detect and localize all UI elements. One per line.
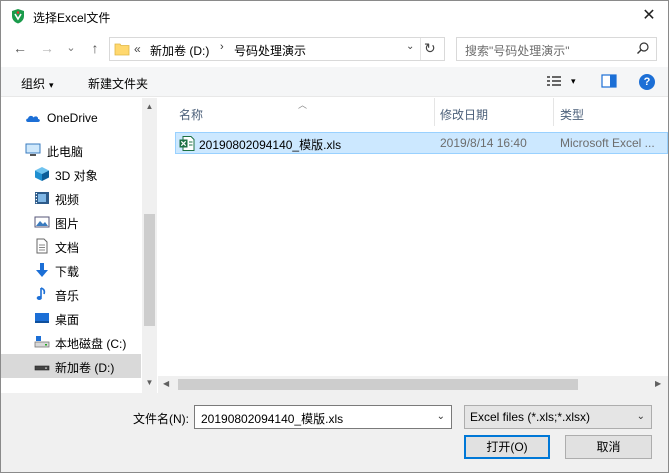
sort-ascending-icon: ︿ — [298, 100, 308, 110]
search-box[interactable]: 搜索"号码处理演示" — [456, 37, 657, 61]
chevron-down-icon[interactable]: ⌄ — [437, 411, 445, 422]
filename-label: 文件名(N): — [133, 412, 189, 426]
sidebar-item-label: 此电脑 — [47, 145, 84, 159]
recent-locations-button[interactable]: ⌄ — [63, 40, 79, 56]
chevron-down-icon: ▾ — [49, 80, 54, 90]
sidebar-item-label: OneDrive — [47, 111, 98, 125]
file-type: Microsoft Excel ... — [560, 136, 655, 150]
up-button[interactable]: ↑ — [87, 40, 103, 56]
organize-label: 组织 — [21, 77, 46, 91]
organize-menu[interactable]: 组织 ▾ — [21, 75, 54, 92]
command-toolbar: 组织 ▾ 新建文件夹 ▾ ? — [1, 67, 668, 97]
sidebar-item-label: 音乐 — [55, 289, 80, 303]
sidebar-item-downloads[interactable]: 下载 — [1, 258, 141, 282]
preview-pane-icon[interactable] — [601, 74, 617, 88]
drive-icon — [34, 336, 50, 348]
sidebar-item-label: 新加卷 (D:) — [55, 361, 115, 375]
sidebar-item-label: 3D 对象 — [55, 169, 98, 183]
cube-icon — [35, 167, 49, 181]
breadcrumb-separator[interactable]: › — [220, 41, 224, 53]
column-header-row: ︿ 名称 修改日期 类型 — [158, 98, 668, 126]
breadcrumb-drive[interactable]: 新加卷 (D:) — [150, 42, 209, 59]
scroll-down-icon[interactable]: ▼ — [144, 378, 155, 390]
filename-field[interactable]: 20190802094140_模版.xls ⌄ — [194, 405, 452, 429]
close-button[interactable]: ✕ — [640, 7, 658, 25]
file-type-filter-value: Excel files (*.xls;*.xlsx) — [470, 410, 591, 424]
address-divider — [420, 38, 421, 60]
column-header-name[interactable]: 名称 — [179, 106, 203, 123]
back-button[interactable]: ← — [12, 40, 28, 56]
video-icon — [35, 192, 49, 204]
sidebar-item-label: 本地磁盘 (C:) — [55, 337, 127, 351]
sidebar-scrollbar-thumb[interactable] — [144, 214, 155, 326]
column-divider[interactable] — [553, 98, 554, 126]
filename-value[interactable]: 20190802094140_模版.xls — [201, 410, 343, 427]
document-icon — [36, 238, 48, 254]
desktop-icon — [35, 313, 49, 323]
address-bar[interactable]: « 新加卷 (D:) › 号码处理演示 ⌄ ↻ — [109, 37, 445, 61]
sidebar-item-videos[interactable]: 视频 — [1, 186, 141, 210]
scroll-left-icon[interactable]: ◀ — [163, 379, 169, 388]
column-header-modified[interactable]: 修改日期 — [440, 106, 488, 123]
search-icon[interactable] — [636, 41, 650, 55]
address-history-dropdown[interactable]: ⌄ — [406, 41, 414, 52]
file-list: ︿ 名称 修改日期 类型 20190802094140_模版.xls 2019/… — [158, 98, 668, 393]
navigation-bar: ← → ⌄ ↑ « 新加卷 (D:) › 号码处理演示 ⌄ ↻ 搜索"号码处理演… — [1, 31, 668, 67]
table-row[interactable]: 20190802094140_模版.xls 2019/8/14 16:40 Mi… — [175, 132, 668, 154]
download-icon — [36, 263, 48, 277]
computer-icon — [25, 143, 41, 156]
refresh-button[interactable]: ↻ — [424, 40, 436, 57]
file-modified-date: 2019/8/14 16:40 — [440, 136, 527, 150]
chevron-down-icon[interactable]: ⌄ — [637, 411, 645, 422]
open-button[interactable]: 打开(O) — [464, 435, 550, 459]
sidebar-item-label: 图片 — [55, 217, 80, 231]
drive-icon — [34, 365, 50, 371]
search-placeholder: 搜索"号码处理演示" — [465, 44, 570, 58]
picture-icon — [34, 216, 50, 228]
file-name: 20190802094140_模版.xls — [199, 138, 342, 152]
sidebar-item-3d-objects[interactable]: 3D 对象 — [1, 162, 141, 186]
file-type-select[interactable]: Excel files (*.xls;*.xlsx) ⌄ — [464, 405, 652, 429]
column-header-type[interactable]: 类型 — [560, 106, 584, 123]
breadcrumb-folder[interactable]: 号码处理演示 — [234, 42, 306, 59]
view-dropdown-icon[interactable]: ▾ — [571, 76, 576, 87]
breadcrumb-overflow[interactable]: « — [134, 42, 141, 56]
sidebar-item-documents[interactable]: 文档 — [1, 234, 141, 258]
sidebar-item-this-pc[interactable]: 此电脑 — [1, 138, 141, 162]
cloud-icon — [26, 115, 40, 122]
scroll-right-icon[interactable]: ▶ — [655, 379, 661, 388]
filelist-horizontal-scrollbar[interactable]: ◀ ▶ — [158, 376, 668, 393]
sidebar-item-onedrive[interactable]: OneDrive — [1, 106, 141, 130]
cancel-button[interactable]: 取消 — [565, 435, 652, 459]
window-title: 选择Excel文件 — [33, 11, 111, 25]
navigation-pane: OneDrive 此电脑 3D 对象 视频 图片 文档 下载 音乐 桌面 本地磁… — [1, 98, 157, 393]
sidebar-scrollbar[interactable]: ▲ ▼ — [142, 98, 157, 393]
excel-file-icon — [179, 136, 195, 151]
filelist-scrollbar-thumb[interactable] — [178, 379, 578, 390]
music-icon — [36, 287, 46, 300]
title-bar: 选择Excel文件 ✕ — [1, 1, 668, 31]
sidebar-item-label: 视频 — [55, 193, 80, 207]
file-open-dialog: 选择Excel文件 ✕ ← → ⌄ ↑ « 新加卷 (D:) › 号码处理演示 … — [0, 0, 669, 473]
app-shield-icon — [12, 9, 24, 24]
sidebar-item-label: 文档 — [55, 241, 80, 255]
sidebar-item-pictures[interactable]: 图片 — [1, 210, 141, 234]
forward-button[interactable]: → — [39, 40, 55, 56]
view-options-icon[interactable] — [546, 74, 562, 88]
help-icon[interactable]: ? — [639, 74, 655, 90]
column-divider[interactable] — [434, 98, 435, 126]
dialog-footer: 文件名(N): 20190802094140_模版.xls ⌄ Excel fi… — [1, 393, 668, 472]
sidebar-item-drive-c[interactable]: 本地磁盘 (C:) — [1, 330, 141, 354]
sidebar-item-label: 下载 — [55, 265, 80, 279]
sidebar-item-drive-d[interactable]: 新加卷 (D:) — [1, 354, 141, 378]
sidebar-item-music[interactable]: 音乐 — [1, 282, 141, 306]
new-folder-button[interactable]: 新建文件夹 — [88, 75, 148, 92]
folder-icon — [114, 43, 130, 56]
scroll-up-icon[interactable]: ▲ — [144, 102, 155, 114]
sidebar-item-label: 桌面 — [55, 313, 80, 327]
sidebar-item-desktop[interactable]: 桌面 — [1, 306, 141, 330]
